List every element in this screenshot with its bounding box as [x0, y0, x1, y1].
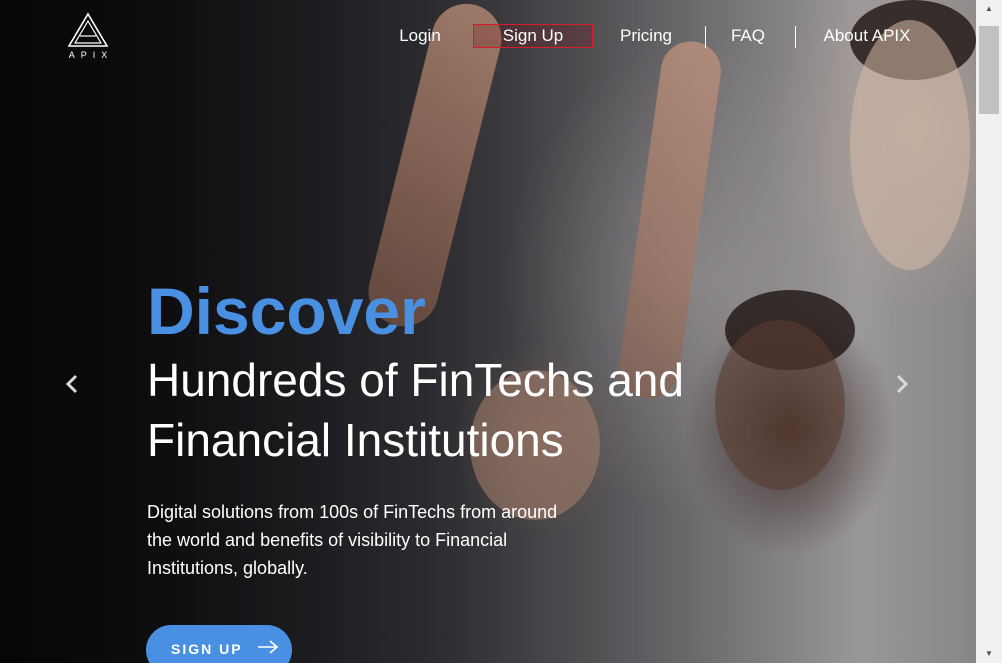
nav-separator: [705, 26, 706, 48]
hero-photo-person: [850, 20, 970, 270]
nav-pricing-link[interactable]: Pricing: [612, 24, 680, 48]
hero-content: Discover Hundreds of FinTechs and Financ…: [147, 276, 867, 600]
page-scrollbar[interactable]: ▲ ▼: [976, 0, 1002, 663]
hero-signup-button[interactable]: SIGN UP: [146, 625, 292, 663]
hero-signup-label: SIGN UP: [171, 641, 243, 657]
page: APIX Login Sign Up Pricing FAQ About API…: [0, 0, 1002, 663]
nav-signup-button[interactable]: Sign Up: [473, 24, 593, 48]
nav-separator: [795, 26, 796, 48]
carousel-prev-button[interactable]: [60, 372, 84, 396]
scroll-up-icon[interactable]: ▲: [976, 0, 1002, 18]
nav-about-link[interactable]: About APIX: [815, 24, 919, 48]
chevron-left-icon: [65, 374, 78, 394]
nav-faq-link[interactable]: FAQ: [726, 24, 770, 48]
scroll-down-icon[interactable]: ▼: [976, 645, 1002, 663]
carousel-next-button[interactable]: [890, 372, 914, 396]
chevron-right-icon: [896, 374, 909, 394]
arrow-right-icon: [257, 640, 278, 654]
top-navigation: Login Sign Up Pricing FAQ About APIX: [0, 24, 976, 50]
nav-login-link[interactable]: Login: [390, 24, 450, 48]
scrollbar-thumb[interactable]: [979, 26, 999, 114]
logo-text: APIX: [68, 50, 114, 60]
hero-discover-heading: Discover: [147, 274, 426, 348]
hero-headline: Hundreds of FinTechs and Financial Insti…: [147, 354, 684, 466]
hero-subtext: Digital solutions from 100s of FinTechs …: [147, 502, 558, 578]
